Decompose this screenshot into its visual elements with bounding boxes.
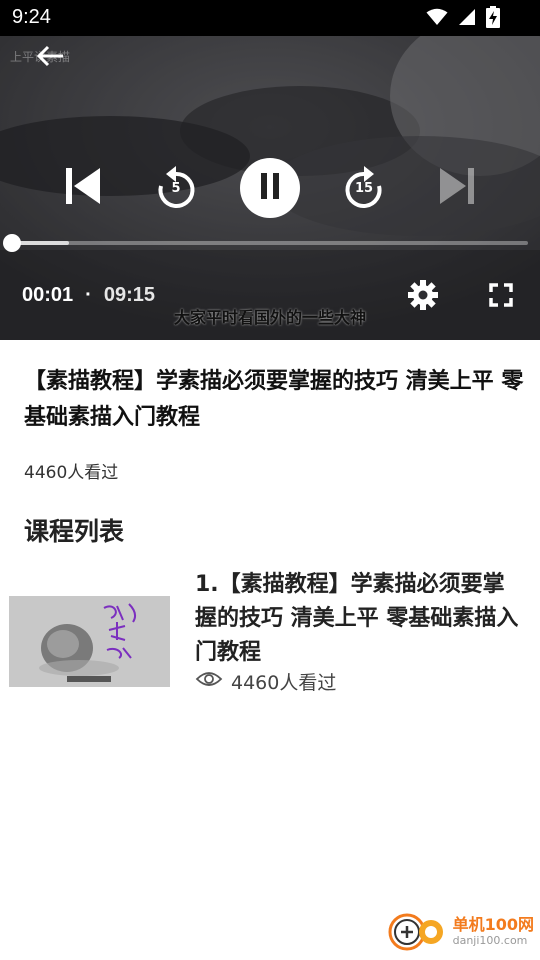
battery-charging-icon	[486, 6, 500, 32]
fast-forward-icon: 15	[340, 164, 388, 212]
course-item-title: 1.【素描教程】学素描必须要掌握的技巧 清美上平 零基础素描入门教程	[195, 572, 519, 665]
logo-icon	[387, 910, 449, 956]
status-bar: 9:24	[0, 0, 540, 36]
wifi-icon	[426, 8, 448, 30]
forward-15-button[interactable]: 15	[336, 160, 392, 216]
forward-seconds: 15	[354, 181, 374, 196]
status-icons	[426, 6, 500, 32]
seek-thumb[interactable]	[3, 234, 21, 252]
video-subtitle: 大家平时看国外的一些大神	[173, 308, 366, 327]
status-time: 9:24	[12, 6, 51, 28]
course-item-view-count: 4460人看过	[231, 672, 337, 694]
logo-text-cn: 单机100网	[452, 915, 534, 934]
course-thumbnail	[9, 596, 170, 687]
fullscreen-button[interactable]	[482, 276, 520, 318]
video-title: 【素描教程】学素描必须要掌握的技巧 清美上平 零基础素描入门教程	[24, 369, 524, 430]
fullscreen-icon	[489, 283, 513, 311]
course-item-views: 4460人看过	[195, 668, 336, 695]
skip-previous-icon	[62, 166, 102, 210]
course-list-heading: 课程列表	[24, 517, 125, 546]
rewind-icon: 5	[152, 164, 200, 212]
pause-button[interactable]	[240, 158, 300, 218]
pause-icon	[259, 173, 281, 203]
settings-button[interactable]	[402, 276, 444, 318]
rewind-seconds: 5	[171, 181, 181, 196]
skip-next-button[interactable]	[432, 162, 484, 214]
course-list-item[interactable]: 1.【素描教程】学素描必须要掌握的技巧 清美上平 零基础素描入门教程 4460人…	[0, 564, 540, 704]
arrow-left-icon	[35, 44, 65, 72]
seek-bar[interactable]	[12, 241, 528, 245]
video-view-count: 4460人看过	[24, 463, 119, 483]
site-watermark-logo: 单机100网 danji100.com	[387, 910, 534, 956]
skip-next-icon	[438, 166, 478, 210]
video-player[interactable]: 上平说素描 5 15 00:01 · 09:15 大家平时看国外的一些大神	[0, 36, 540, 340]
logo-text-en: danji100.com	[452, 934, 528, 947]
gear-icon	[407, 279, 439, 315]
back-button[interactable]	[30, 40, 70, 76]
signal-icon	[458, 8, 476, 30]
rewind-5-button[interactable]: 5	[148, 160, 204, 216]
eye-icon	[195, 669, 223, 694]
skip-previous-button[interactable]	[56, 162, 108, 214]
